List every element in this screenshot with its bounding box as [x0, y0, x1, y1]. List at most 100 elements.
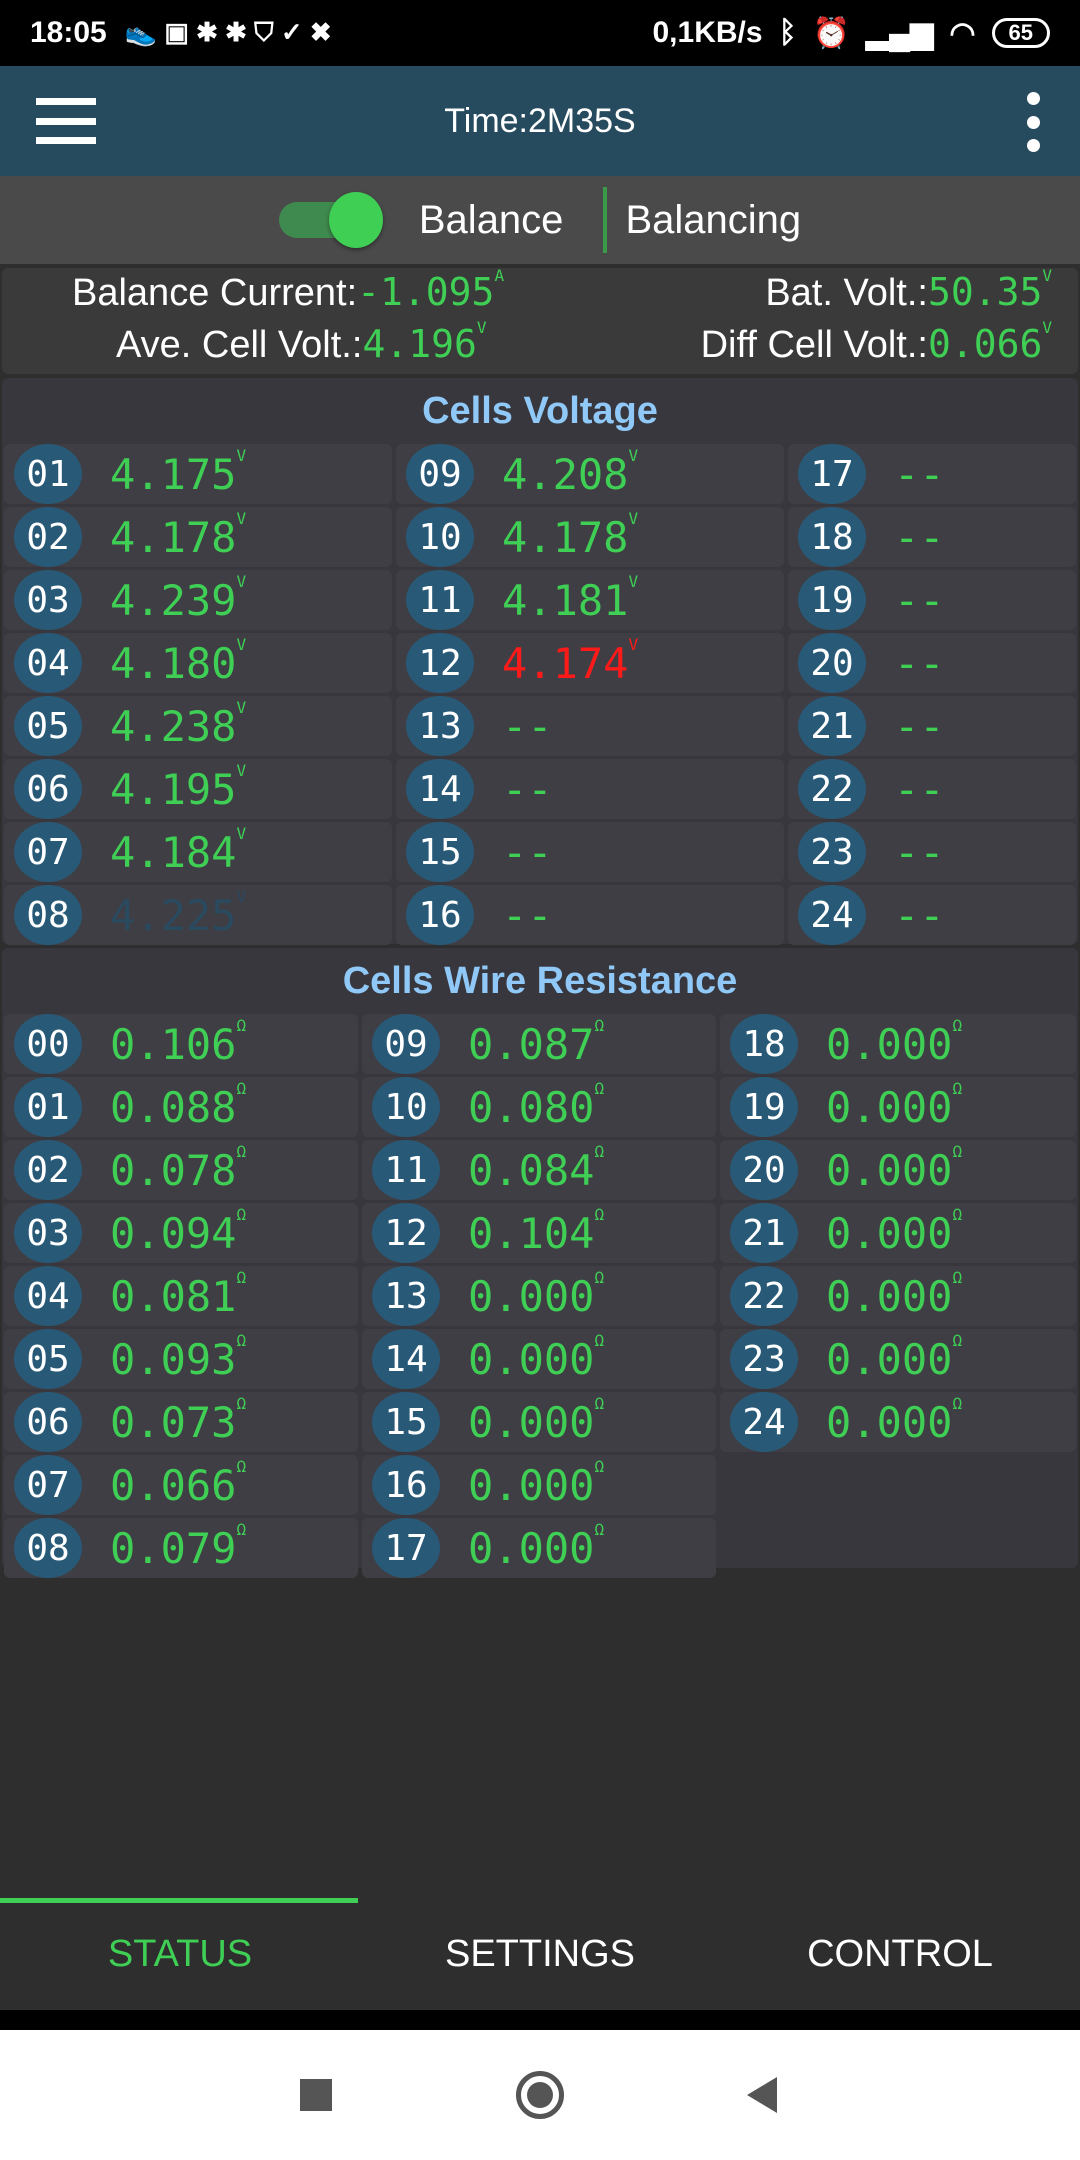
menu-icon[interactable] — [36, 98, 96, 144]
unit: Ω — [952, 1078, 963, 1098]
value-text: 0.066 — [110, 1460, 237, 1510]
resistance-cell: 05 0.093Ω — [4, 1329, 358, 1389]
resistance-cell: 16 0.000Ω — [362, 1455, 716, 1515]
panel-title: Cells Wire Resistance — [342, 959, 738, 1002]
cell-value: 4.208V — [502, 446, 638, 499]
cell-value: -- — [894, 702, 945, 751]
cell-number-badge: 16 — [372, 1455, 440, 1515]
bluetooth-icon: ᛒ — [778, 16, 797, 49]
cell-number-badge: 02 — [14, 507, 82, 567]
panel-title: Cells Voltage — [422, 389, 658, 432]
unit: Ω — [236, 1456, 247, 1476]
value-text: -- — [894, 764, 945, 814]
voltage-cell: 18 -- — [788, 507, 1076, 567]
resistance-cell: 14 0.000Ω — [362, 1329, 716, 1389]
recents-icon[interactable] — [300, 2079, 332, 2111]
unit: V — [236, 634, 247, 654]
value: 50.35 — [927, 270, 1043, 314]
unit: Ω — [952, 1330, 963, 1350]
unit: Ω — [594, 1078, 605, 1098]
value-text: 4.181 — [502, 575, 629, 625]
wifi-icon: ◠ — [949, 16, 976, 50]
back-icon[interactable] — [747, 2077, 777, 2113]
cell-value: -- — [894, 450, 945, 499]
value-text: 0.081 — [110, 1271, 237, 1321]
cell-number-badge: 13 — [406, 696, 474, 756]
resistance-cell: 11 0.084Ω — [362, 1140, 716, 1200]
value-text: 4.239 — [110, 575, 237, 625]
cell-number-badge: 11 — [372, 1140, 440, 1200]
resistance-cell: 06 0.073Ω — [4, 1392, 358, 1452]
value-text: 0.084 — [468, 1145, 595, 1195]
tab-control[interactable]: CONTROL — [720, 1898, 1080, 2010]
value-text: 0.078 — [110, 1145, 237, 1195]
cell-number-badge: 14 — [372, 1329, 440, 1389]
voltage-cell: 05 4.238V — [4, 696, 392, 756]
value-text: 4.180 — [110, 638, 237, 688]
value-text: 4.178 — [110, 512, 237, 562]
unit: Ω — [594, 1267, 605, 1287]
unit: Ω — [236, 1015, 247, 1035]
unit: Ω — [236, 1204, 247, 1224]
voltage-cell: 20 -- — [788, 633, 1076, 693]
voltage-cell: 01 4.175V — [4, 444, 392, 504]
unit: Ω — [952, 1393, 963, 1413]
battery-icon: 65 — [991, 18, 1050, 48]
cell-value: 4.184V — [110, 824, 246, 877]
cell-value: 0.066Ω — [110, 1457, 246, 1510]
unit: V — [476, 318, 487, 337]
unit: Ω — [236, 1141, 247, 1161]
cell-number-badge: 01 — [14, 1077, 82, 1137]
page-title: Time:2M35S — [444, 101, 636, 140]
cell-value: -- — [502, 702, 553, 751]
value-text: 4.208 — [502, 449, 629, 499]
cell-number-badge: 10 — [372, 1077, 440, 1137]
voltage-cell: 10 4.178V — [396, 507, 784, 567]
diff-cell-volt: Diff Cell Volt.:0.066V — [701, 318, 1052, 367]
label: Ave. Cell Volt.: — [116, 324, 363, 366]
value-text: 0.000 — [826, 1082, 953, 1132]
label: Bat. Volt.: — [765, 272, 928, 314]
cell-value: 0.080Ω — [468, 1079, 604, 1132]
cell-number-badge: 21 — [798, 696, 866, 756]
balance-state: Balancing — [625, 197, 802, 242]
cell-value: -- — [502, 765, 553, 814]
more-options-icon[interactable] — [1026, 92, 1040, 152]
value-text: -- — [894, 512, 945, 562]
system-nav-bar — [0, 2030, 1080, 2160]
unit: Ω — [952, 1267, 963, 1287]
tab-settings[interactable]: SETTINGS — [360, 1898, 720, 2010]
unit: V — [236, 886, 247, 906]
cell-number-badge: 04 — [14, 1266, 82, 1326]
cell-number-badge: 06 — [14, 759, 82, 819]
cell-value: 0.084Ω — [468, 1142, 604, 1195]
cell-value: 4.180V — [110, 635, 246, 688]
cells-voltage-panel: Cells Voltage 01 4.175V 02 4.178V 03 4.239V 04… — [2, 378, 1078, 945]
resistance-cell: 23 0.000Ω — [720, 1329, 1076, 1389]
resistance-cell: 18 0.000Ω — [720, 1014, 1076, 1074]
value-text: -- — [502, 701, 553, 751]
resistance-cell: 22 0.000Ω — [720, 1266, 1076, 1326]
cell-value: 4.181V — [502, 572, 638, 625]
unit: Ω — [236, 1078, 247, 1098]
value-text: 4.225 — [110, 890, 237, 940]
unit: V — [236, 697, 247, 717]
cell-value: 0.000Ω — [468, 1520, 604, 1573]
value-text: 0.000 — [826, 1334, 953, 1384]
resistance-cell: 02 0.078Ω — [4, 1140, 358, 1200]
tab-status[interactable]: STATUS — [0, 1898, 360, 2010]
value-text: 0.000 — [468, 1460, 595, 1510]
value-text: 0.104 — [468, 1208, 595, 1258]
unit: Ω — [594, 1393, 605, 1413]
cell-number-badge: 20 — [730, 1140, 798, 1200]
cell-value: 4.175V — [110, 446, 246, 499]
value-text: 0.073 — [110, 1397, 237, 1447]
resistance-cell: 20 0.000Ω — [720, 1140, 1076, 1200]
balance-toggle[interactable] — [278, 192, 383, 248]
value-text: -- — [894, 890, 945, 940]
unit: Ω — [594, 1015, 605, 1035]
home-icon[interactable] — [516, 2071, 564, 2119]
cell-value: 4.178V — [110, 509, 246, 562]
balance-label: Balance — [418, 197, 564, 242]
cell-value: -- — [502, 828, 553, 877]
